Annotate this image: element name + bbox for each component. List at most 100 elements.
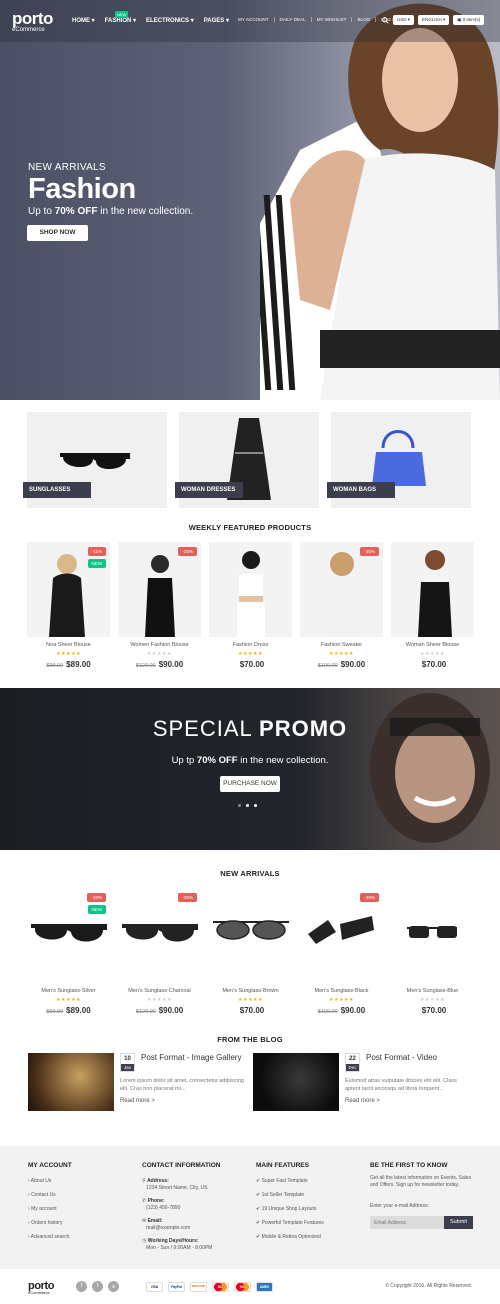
hero-kicker: NEW ARRIVALS	[28, 162, 106, 173]
product-price: $99.00 $89.00	[46, 660, 91, 669]
carousel-dots	[238, 804, 257, 807]
product-name[interactable]: Fashion Sweater	[300, 642, 383, 648]
nav-fashion[interactable]: FASHION ▾	[105, 17, 136, 24]
product-card[interactable]: -25% Men's Sunglass-Charcoal ★★★★★ $120.…	[118, 888, 201, 1015]
site-logo[interactable]: porto eCommerce	[12, 9, 53, 33]
newsletter-email-input[interactable]	[370, 1216, 444, 1229]
twitter-icon[interactable]: t	[92, 1281, 103, 1292]
link-my-account[interactable]: MY ACCOUNT	[233, 17, 275, 22]
mastercard-icon: MC	[212, 1282, 229, 1292]
feature-item[interactable]: ✔ 1st Seller Template	[256, 1192, 324, 1198]
purchase-now-button[interactable]: PURCHASE NOW	[220, 776, 280, 792]
product-image[interactable]	[209, 542, 292, 637]
product-name[interactable]: Women Fashion Blouse	[118, 642, 201, 648]
feature-item[interactable]: ✔ Powerful Template Features	[256, 1220, 324, 1226]
link-my-wishlist[interactable]: MY WISHLIST	[312, 17, 353, 22]
product-name[interactable]: Fashion Dress	[209, 642, 292, 648]
language-select[interactable]: ENGLISH ▾	[418, 15, 450, 25]
blog-thumbnail[interactable]	[28, 1053, 114, 1111]
footer-link[interactable]: › About Us	[28, 1178, 72, 1184]
promo-banner: SPECIAL PROMO Up tp 70% OFF in the new c…	[0, 688, 500, 850]
product-image[interactable]: -10% NEW	[27, 888, 110, 983]
product-price: $70.00	[239, 660, 265, 669]
shop-now-button[interactable]: SHOP NOW	[27, 225, 88, 241]
product-card[interactable]: -11% NEW Noa Sheer Blouse ★★★★★ $99.00 $8…	[27, 542, 110, 669]
cart-button[interactable]: ▣ 0 item(s)	[453, 15, 485, 25]
footer-logo[interactable]: porto eCommerce	[28, 1280, 55, 1295]
product-name[interactable]: Men's Sunglass-Silver	[27, 988, 110, 994]
category-banners: SUNGLASSES WOMAN DRESSES WOMAN BAGS	[23, 412, 471, 508]
blog-post-title[interactable]: Post Format - Video	[366, 1053, 437, 1062]
discount-badge: -25%	[178, 893, 197, 902]
feature-item[interactable]: ✔ Super Fast Template	[256, 1178, 324, 1184]
carousel-dot[interactable]	[238, 804, 241, 807]
featured-title: WEEKLY FEATURED PRODUCTS	[188, 523, 312, 532]
product-name[interactable]: Men's Sunglass-Blue	[391, 988, 474, 994]
footer-link[interactable]: › Contact Us	[28, 1192, 72, 1198]
product-card[interactable]: Woman Sheer Blouse ★★★★★ $70.00	[391, 542, 474, 669]
product-card[interactable]: Men's Sunglass-Blue ★★★★★ $70.00	[391, 888, 474, 1015]
product-image[interactable]	[209, 888, 292, 983]
product-name[interactable]: Men's Sunglass-Charcoal	[118, 988, 201, 994]
rating-stars: ★★★★★	[420, 651, 445, 657]
feature-item[interactable]: ✔ 19 Unique Shop Layouts	[256, 1206, 324, 1212]
product-name[interactable]: Men's Sunglass-Black	[300, 988, 383, 994]
discover-icon: DISCOVER	[190, 1282, 207, 1292]
product-image[interactable]: -11% NEW	[27, 542, 110, 637]
mastercard-icon: MC	[234, 1282, 251, 1292]
product-card[interactable]: -20% Fashion Sweater ★★★★★ $100.00 $90.00	[300, 542, 383, 669]
footer-heading: MY ACCOUNT	[28, 1162, 72, 1169]
footer-link[interactable]: › Orders history	[28, 1220, 72, 1226]
rating-stars: ★★★★★	[238, 651, 263, 657]
category-woman-dresses[interactable]: WOMAN DRESSES	[175, 412, 319, 508]
carousel-dot[interactable]	[254, 804, 257, 807]
product-card[interactable]: -20% Men's Sunglass-Black ★★★★★ $100.00 $…	[300, 888, 383, 1015]
newsletter-submit-button[interactable]: Submit	[444, 1216, 473, 1229]
arrival-products: -10% NEW Men's Sunglass-Silver ★★★★★ $99…	[27, 888, 474, 1015]
link-blog[interactable]: BLOG	[352, 17, 377, 22]
nav-pages[interactable]: PAGES ▾	[204, 17, 229, 24]
category-sunglasses[interactable]: SUNGLASSES	[23, 412, 167, 508]
product-name[interactable]: Noa Sheer Blouse	[27, 642, 110, 648]
hero-title: Fashion	[28, 173, 136, 205]
product-card[interactable]: Fashion Dress ★★★★★ $70.00	[209, 542, 292, 669]
rating-stars: ★★★★★	[329, 651, 354, 657]
footer-link[interactable]: › My account	[28, 1206, 72, 1212]
nav-home[interactable]: HOME ▾	[72, 17, 95, 24]
product-card[interactable]: -25% Women Fashion Blouse ★★★★★ $120.00 $…	[118, 542, 201, 669]
newsletter-text: Get all the latest information on Events…	[370, 1175, 472, 1188]
product-image[interactable]: -25%	[118, 888, 201, 983]
read-more-link[interactable]: Read more >	[120, 1098, 245, 1104]
product-name[interactable]: Men's Sunglass-Brown	[209, 988, 292, 994]
footer-link[interactable]: › Advanced search	[28, 1234, 72, 1240]
search-icon[interactable]	[382, 16, 389, 24]
product-image[interactable]	[391, 542, 474, 637]
product-card[interactable]: Men's Sunglass-Brown ★★★★★ $70.00	[209, 888, 292, 1015]
copyright: © Copyright 2016. All Rights Reserved.	[385, 1283, 472, 1289]
product-image[interactable]: -20%	[300, 542, 383, 637]
product-card[interactable]: -10% NEW Men's Sunglass-Silver ★★★★★ $99…	[27, 888, 110, 1015]
contact-address: ⚲ Address: 1234 Street Name, City, US	[142, 1178, 208, 1191]
discount-badge: -25%	[178, 547, 197, 556]
blog-thumbnail[interactable]	[253, 1053, 339, 1111]
blog-post-title[interactable]: Post Format - Image Gallery	[141, 1053, 241, 1062]
currency-select[interactable]: USD ▾	[393, 15, 415, 25]
read-more-link[interactable]: Read more >	[345, 1098, 470, 1104]
linkedin-icon[interactable]: in	[108, 1281, 119, 1292]
category-woman-bags[interactable]: WOMAN BAGS	[327, 412, 471, 508]
product-image[interactable]	[391, 888, 474, 983]
product-price: $70.00	[239, 1006, 265, 1015]
product-price: $120.00 $90.00	[135, 1006, 184, 1015]
nav-electronics[interactable]: ELECTRONICS ▾	[146, 17, 194, 24]
product-name[interactable]: Woman Sheer Blouse	[391, 642, 474, 648]
hero-subtitle: Up to 70% OFF in the new collection.	[28, 206, 194, 217]
carousel-dot[interactable]	[246, 804, 249, 807]
feature-item[interactable]: ✔ Mobile & Retina Optimized	[256, 1234, 324, 1240]
product-image[interactable]: -20%	[300, 888, 383, 983]
link-daily-deal[interactable]: DAILY DEAL	[275, 17, 312, 22]
blog-title: FROM THE BLOG	[217, 1035, 283, 1044]
facebook-icon[interactable]: f	[76, 1281, 87, 1292]
amex-icon: AMEX	[256, 1282, 273, 1292]
new-badge: NEW	[87, 559, 106, 568]
product-image[interactable]: -25%	[118, 542, 201, 637]
